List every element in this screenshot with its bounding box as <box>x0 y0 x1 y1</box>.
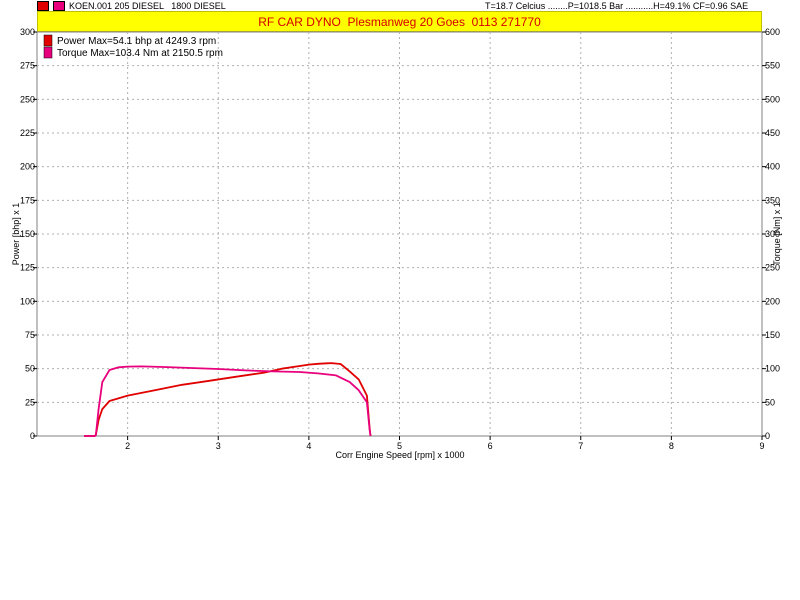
legend-swatch-torque <box>43 46 53 59</box>
y-left-tick-label: 150 <box>20 229 35 239</box>
y-left-tick-label: 300 <box>20 27 35 37</box>
x-tick-label: 3 <box>216 441 221 451</box>
legend-swatch-power <box>43 34 53 47</box>
y-right-tick-label: 150 <box>765 330 780 340</box>
y-right-tick-label: 400 <box>765 162 780 172</box>
y-right-axis-title: Torque [Nm] x 1 <box>772 202 782 266</box>
x-axis-title: Corr Engine Speed [rpm] x 1000 <box>335 450 464 460</box>
y-left-tick-label: 275 <box>20 61 35 71</box>
y-right-tick-label: 500 <box>765 94 780 104</box>
y-left-tick-label: 100 <box>20 296 35 306</box>
y-right-tick-label: 100 <box>765 364 780 374</box>
y-right-tick-label: 450 <box>765 128 780 138</box>
y-right-tick-label: 0 <box>765 431 770 441</box>
dyno-chart: 2 3 4 5 6 7 8 902550751001251501752002252502753… <box>11 27 782 460</box>
legend-torque: Torque Max=103.4 Nm at 2150.5 rpm <box>57 48 223 59</box>
y-left-axis-title: Power [bhp] x 1 <box>11 203 21 266</box>
y-left-tick-label: 25 <box>25 397 35 407</box>
x-tick-label: 6 <box>488 441 493 451</box>
y-left-tick-label: 50 <box>25 364 35 374</box>
legend-power: Power Max=54.1 bhp at 4249.3 rpm <box>57 36 216 47</box>
y-left-tick-label: 125 <box>20 263 35 273</box>
y-right-tick-label: 200 <box>765 296 780 306</box>
y-left-tick-label: 250 <box>20 94 35 104</box>
x-tick-label: 7 <box>578 441 583 451</box>
y-left-tick-label: 75 <box>25 330 35 340</box>
y-left-tick-label: 200 <box>20 162 35 172</box>
y-right-tick-label: 50 <box>765 397 775 407</box>
y-left-tick-label: 0 <box>30 431 35 441</box>
x-tick-label: 9 <box>759 441 764 451</box>
y-right-tick-label: 550 <box>765 61 780 71</box>
x-tick-label: 2 <box>125 441 130 451</box>
x-tick-label: 4 <box>306 441 311 451</box>
y-left-tick-label: 225 <box>20 128 35 138</box>
y-right-tick-label: 600 <box>765 27 780 37</box>
x-tick-label: 8 <box>669 441 674 451</box>
y-left-tick-label: 175 <box>20 195 35 205</box>
